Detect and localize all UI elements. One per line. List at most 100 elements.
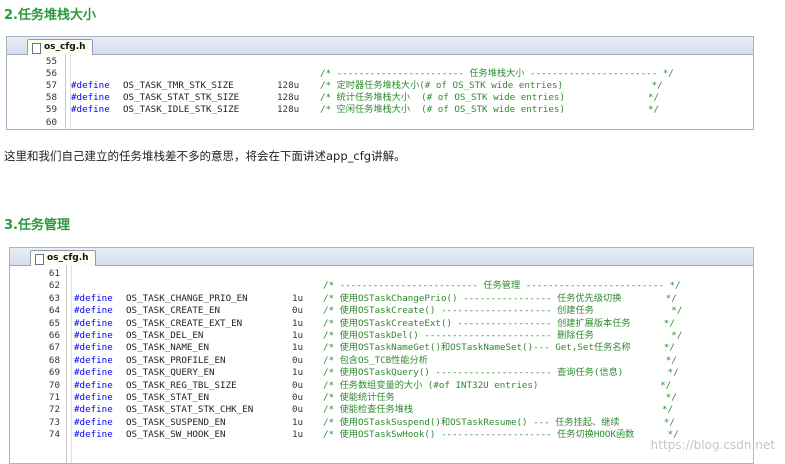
define-keyword: #define — [74, 367, 113, 379]
define-keyword: #define — [74, 416, 113, 428]
file-icon — [35, 254, 44, 265]
macro-name: OS_TASK_CHANGE_PRIO_EN — [126, 292, 248, 304]
code-comment: /* 使用OSTaskCreateExt() -----------------… — [323, 317, 675, 329]
code-editor-task-management: os_cfg.h 61 62 /* ------------------------… — [9, 247, 754, 464]
macro-value: 1u — [292, 292, 304, 304]
code-line: 62 /* ------------------------- 任务管理 ----… — [10, 280, 750, 292]
macro-name: OS_TASK_STAT_EN — [126, 392, 209, 403]
section-heading-task-management: 3.任务管理 — [4, 218, 70, 233]
code-comment: /* 定时器任务堆栈大小(# of OS_STK wide entries) *… — [320, 80, 663, 92]
line-number: 60 — [45, 116, 57, 128]
macro-name: OS_TASK_NAME_EN — [126, 342, 209, 354]
line-number: 68 — [48, 354, 60, 366]
line-number: 56 — [45, 68, 57, 80]
line-number: 63 — [48, 292, 60, 304]
line-number: 70 — [48, 379, 60, 391]
code-line: 72 #define OS_TASK_STAT_STK_CHK_EN 0u /* 使能检… — [10, 404, 750, 416]
macro-value: 0u — [292, 404, 304, 416]
macro-value: 1u — [292, 429, 304, 441]
macro-value: 0u — [292, 305, 304, 317]
line-number: 61 — [48, 268, 60, 279]
code-line: 66 #define OS_TASK_DEL_EN 1u /* 使用OSTaskDel(… — [10, 330, 750, 342]
file-icon — [32, 43, 41, 54]
code-line: 64 #define OS_TASK_CREATE_EN 0u /* 使用OSTaskC… — [10, 305, 750, 317]
code-comment: /* 使用OSTaskSwHook() --------------------… — [323, 429, 679, 441]
macro-value: 1u — [292, 330, 304, 341]
code-line: 60 — [7, 117, 747, 129]
code-line: 67 #define OS_TASK_NAME_EN 1u /* 使用OSTaskNam… — [10, 342, 750, 354]
macro-name: OS_TASK_CREATE_EN — [126, 305, 221, 317]
define-keyword: #define — [74, 317, 113, 329]
define-keyword: #define — [71, 104, 110, 116]
code-comment: /* 使用OSTaskQuery() ---------------------… — [323, 367, 679, 379]
code-comment: /* ------------------------- 任务管理 ------… — [323, 280, 681, 292]
code-line: 70 #define OS_TASK_REG_TBL_SIZE 0u /* 任务数组变量… — [10, 380, 750, 392]
code-comment: /* 使用OSTaskNameGet()和OSTaskNameSet()--- … — [323, 342, 675, 354]
macro-value: 128u — [277, 92, 300, 104]
define-keyword: #define — [71, 92, 110, 104]
define-keyword: #define — [74, 342, 113, 354]
macro-name: OS_TASK_SW_HOOK_EN — [126, 429, 226, 441]
code-comment: /* 任务数组变量的大小 (#of INT32U entries) */ — [323, 379, 672, 391]
code-line: 56 /* ----------------------- 任务堆栈大小 ----… — [7, 68, 747, 80]
code-comment: /* 使用OSTaskChangePrio() ----------------… — [323, 292, 677, 304]
code-line: 57 #define OS_TASK_TMR_STK_SIZE 128u /* 定时器任… — [7, 80, 747, 92]
define-keyword: #define — [71, 80, 110, 92]
paragraph: 这里和我们自己建立的任务堆栈差不多的意思，将会在下面讲述app_cfg讲解。 — [4, 149, 406, 163]
line-number: 65 — [48, 317, 60, 329]
macro-name: OS_TASK_SUSPEND_EN — [126, 416, 226, 428]
macro-value: 128u — [277, 104, 300, 116]
code-line: 61 — [10, 268, 750, 280]
line-number: 69 — [48, 367, 60, 379]
code-comment: /* 使能检查任务堆栈 */ — [323, 404, 674, 416]
macro-name: OS_TASK_IDLE_STK_SIZE — [123, 104, 240, 116]
code-comment: /* 包含OS_TCB性能分析 */ — [323, 354, 677, 366]
define-keyword: #define — [74, 292, 113, 304]
line-number: 59 — [45, 104, 57, 116]
macro-value: 1u — [292, 317, 304, 329]
line-number: 67 — [48, 342, 60, 354]
line-number: 72 — [48, 404, 60, 416]
code-line: 69 #define OS_TASK_QUERY_EN 1u /* 使用OSTaskQu… — [10, 367, 750, 379]
macro-name: OS_TASK_QUERY_EN — [126, 367, 215, 379]
define-keyword: #define — [74, 305, 113, 317]
macro-name: OS_TASK_TMR_STK_SIZE — [123, 80, 234, 92]
define-keyword: #define — [74, 330, 113, 341]
line-number: 74 — [48, 429, 60, 441]
line-number: 73 — [48, 416, 60, 428]
editor-tab-bar: os_cfg.h — [7, 37, 753, 55]
code-comment: /* 使用OSTaskSuspend()和OSTaskResume() --- … — [323, 416, 675, 428]
code-line: 55 — [7, 56, 747, 68]
code-comment: /* 使能统计任务 */ — [323, 392, 677, 403]
code-line: 71 #define OS_TASK_STAT_EN 0u /* 使能统计任务 */ — [10, 392, 750, 404]
line-number: 62 — [48, 280, 60, 292]
macro-value: 1u — [292, 367, 304, 379]
code-line: 73 #define OS_TASK_SUSPEND_EN 1u /* 使用OSTask… — [10, 417, 750, 429]
file-tab-os-cfg[interactable]: os_cfg.h — [30, 250, 96, 266]
code-editor-stack-size: os_cfg.h 55 56 /* ----------------------- … — [6, 36, 754, 130]
define-keyword: #define — [74, 392, 113, 403]
macro-name: OS_TASK_PROFILE_EN — [126, 354, 226, 366]
macro-value: 0u — [292, 392, 304, 403]
file-tab-os-cfg[interactable]: os_cfg.h — [27, 39, 93, 55]
watermark: https://blog.csdn.net — [650, 438, 775, 452]
define-keyword: #define — [74, 379, 113, 391]
code-comment: /* ----------------------- 任务堆栈大小 ------… — [320, 68, 674, 80]
line-number: 57 — [45, 80, 57, 92]
line-number: 58 — [45, 92, 57, 104]
macro-name: OS_TASK_REG_TBL_SIZE — [126, 379, 237, 391]
macro-value: 0u — [292, 379, 304, 391]
code-comment: /* 空闲任务堆栈大小 (# of OS_STK wide entries) *… — [320, 104, 660, 116]
code-line: 68 #define OS_TASK_PROFILE_EN 0u /* 包含OS_TCB… — [10, 355, 750, 367]
macro-value: 1u — [292, 342, 304, 354]
editor-tab-bar: os_cfg.h — [10, 248, 753, 266]
line-number: 71 — [48, 392, 60, 403]
define-keyword: #define — [74, 354, 113, 366]
code-line: 74 #define OS_TASK_SW_HOOK_EN 1u /* 使用OSTask… — [10, 429, 750, 441]
file-tab-label: os_cfg.h — [44, 42, 86, 52]
macro-name: OS_TASK_CREATE_EXT_EN — [126, 317, 243, 329]
macro-value: 128u — [277, 80, 300, 92]
define-keyword: #define — [74, 429, 113, 441]
line-number: 55 — [45, 56, 57, 67]
code-line: 63 #define OS_TASK_CHANGE_PRIO_EN 1u /* 使用OS… — [10, 293, 750, 305]
